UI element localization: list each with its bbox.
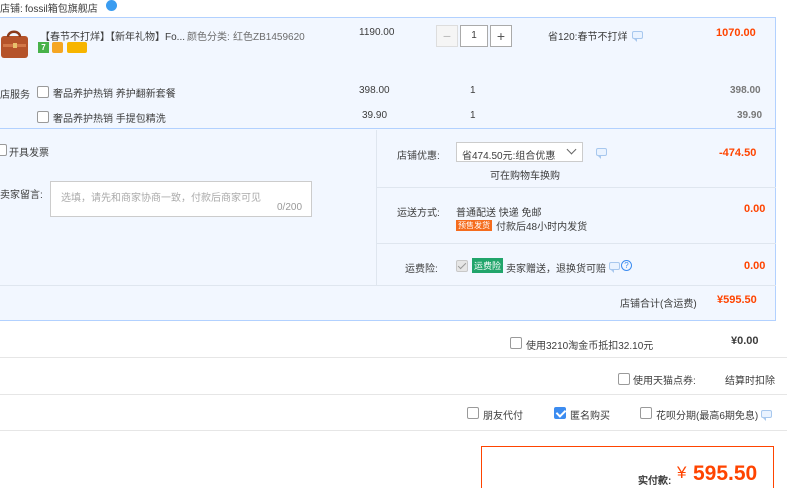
service-name-1: 奢品养护热销 养护翻新套餐 bbox=[53, 89, 176, 100]
friend-pay-checkbox[interactable] bbox=[467, 407, 479, 419]
discount-message-icon[interactable] bbox=[596, 148, 607, 159]
anonymous-checkbox[interactable] bbox=[554, 407, 566, 419]
payment-label: 实付款: bbox=[638, 476, 672, 487]
tmall-points-note: 结算时扣除 bbox=[725, 376, 775, 387]
product-thumbnail[interactable] bbox=[0, 28, 30, 62]
presale-badge: 预售发货 bbox=[456, 220, 492, 231]
seller-message-label: 卖家留言: bbox=[0, 190, 43, 201]
service-qty-1: 1 bbox=[470, 85, 476, 96]
insurance-checkbox bbox=[456, 260, 468, 272]
decrease-button[interactable]: − bbox=[436, 25, 458, 47]
service-checkbox-2[interactable] bbox=[37, 111, 49, 123]
seller-message-counter: 0/200 bbox=[277, 202, 303, 213]
shipping-label: 运送方式: bbox=[397, 208, 440, 219]
shop-discount-select[interactable]: 省474.50元:组合优惠 bbox=[456, 142, 583, 162]
quantity-stepper: − 1 + bbox=[436, 25, 512, 47]
sku-value: 红色ZB1459620 bbox=[233, 32, 305, 43]
service-subtotal-1: 398.00 bbox=[730, 85, 761, 96]
product-title-link[interactable]: 【春节不打烊】【新年礼物】Fo... bbox=[40, 28, 185, 43]
seller-message-input[interactable]: 选填，请先和商家协商一致，付款后商家可见 0/200 bbox=[50, 181, 312, 217]
seller-message-placeholder: 选填，请先和商家协商一致，付款后商家可见 bbox=[61, 193, 261, 204]
shipping-divider bbox=[377, 243, 776, 244]
shop-discount-selected: 省474.50元:组合优惠 bbox=[462, 151, 556, 162]
shop-discount-note: 可在购物车换购 bbox=[490, 171, 560, 182]
services-section-label: 店服务 bbox=[0, 90, 30, 101]
shop-total-amount: ¥595.50 bbox=[717, 294, 757, 306]
huabei-checkbox[interactable] bbox=[640, 407, 652, 419]
service-qty-2: 1 bbox=[470, 110, 476, 121]
promo-text: 省120:春节不打烊 bbox=[548, 32, 628, 43]
invoice-label: 开具发票 bbox=[9, 148, 49, 159]
payment-box: 实付款: ¥ 595.50 bbox=[481, 446, 774, 488]
friend-pay-label: 朋友代付 bbox=[483, 411, 523, 422]
shipping-amount: 0.00 bbox=[744, 203, 766, 215]
shipping-method: 普通配送 快递 免邮 bbox=[456, 208, 542, 219]
service-badge-icon bbox=[52, 42, 63, 53]
service-subtotal-2: 39.90 bbox=[737, 110, 763, 121]
product-subtotal: 1070.00 bbox=[716, 27, 756, 39]
tao-coin-checkbox[interactable] bbox=[510, 337, 522, 349]
shop-total-label: 店铺合计(含运费) bbox=[620, 299, 697, 310]
points-divider bbox=[0, 394, 787, 395]
huabei-label: 花呗分期(最高6期免息) bbox=[656, 411, 759, 422]
card-payment-icon bbox=[67, 42, 87, 53]
coin-divider bbox=[0, 357, 787, 358]
service-price-1: 398.00 bbox=[359, 85, 390, 96]
options-footer-divider bbox=[0, 285, 776, 286]
shop-discount-amount: -474.50 bbox=[719, 147, 757, 159]
tmall-points-label: 使用天猫点券: bbox=[633, 376, 696, 387]
wangwang-icon[interactable] bbox=[106, 0, 117, 11]
promo-message-icon[interactable] bbox=[632, 31, 643, 42]
tao-coin-label: 使用3210淘金币抵扣32.10元 bbox=[526, 341, 654, 352]
service-name-2: 奢品养护热销 手提包精洗 bbox=[53, 114, 166, 125]
unit-price: 1190.00 bbox=[359, 27, 395, 38]
discount-divider bbox=[377, 187, 776, 188]
insurance-amount: 0.00 bbox=[744, 260, 766, 272]
insurance-text: 卖家赠送，退换货可赔 bbox=[506, 264, 606, 275]
sku-label: 颜色分类: bbox=[187, 32, 230, 43]
shop-label: 店铺: bbox=[0, 4, 23, 15]
options-bottom-divider bbox=[0, 430, 787, 431]
shop-header: 店铺: fossil箱包旗舰店 bbox=[0, 0, 787, 18]
payment-currency: ¥ bbox=[677, 463, 687, 482]
help-question-icon[interactable]: ? bbox=[621, 260, 632, 271]
shop-discount-label: 店铺优惠: bbox=[397, 151, 440, 162]
tao-coin-amount: ¥0.00 bbox=[731, 335, 759, 347]
chevron-down-icon bbox=[566, 144, 577, 155]
insurance-message-icon[interactable] bbox=[609, 262, 620, 273]
options-divider bbox=[376, 130, 377, 285]
tmall-7day-icon: 7 bbox=[38, 42, 49, 53]
tmall-points-checkbox[interactable] bbox=[618, 373, 630, 385]
increase-button[interactable]: + bbox=[490, 25, 512, 47]
insurance-badge: 运费险 bbox=[472, 258, 504, 273]
payment-amount: 595.50 bbox=[693, 462, 758, 485]
invoice-checkbox[interactable] bbox=[0, 144, 7, 156]
shipping-note: 付款后48小时内发货 bbox=[496, 222, 588, 233]
huabei-message-icon[interactable] bbox=[761, 410, 772, 421]
service-checkbox-1[interactable] bbox=[37, 86, 49, 98]
shop-name-link[interactable]: fossil箱包旗舰店 bbox=[25, 0, 98, 15]
quantity-input[interactable]: 1 bbox=[460, 25, 488, 47]
order-options-block bbox=[0, 129, 776, 321]
anonymous-label: 匿名购买 bbox=[570, 411, 610, 422]
service-price-2: 39.90 bbox=[362, 110, 388, 121]
insurance-label: 运费险: bbox=[405, 264, 438, 275]
